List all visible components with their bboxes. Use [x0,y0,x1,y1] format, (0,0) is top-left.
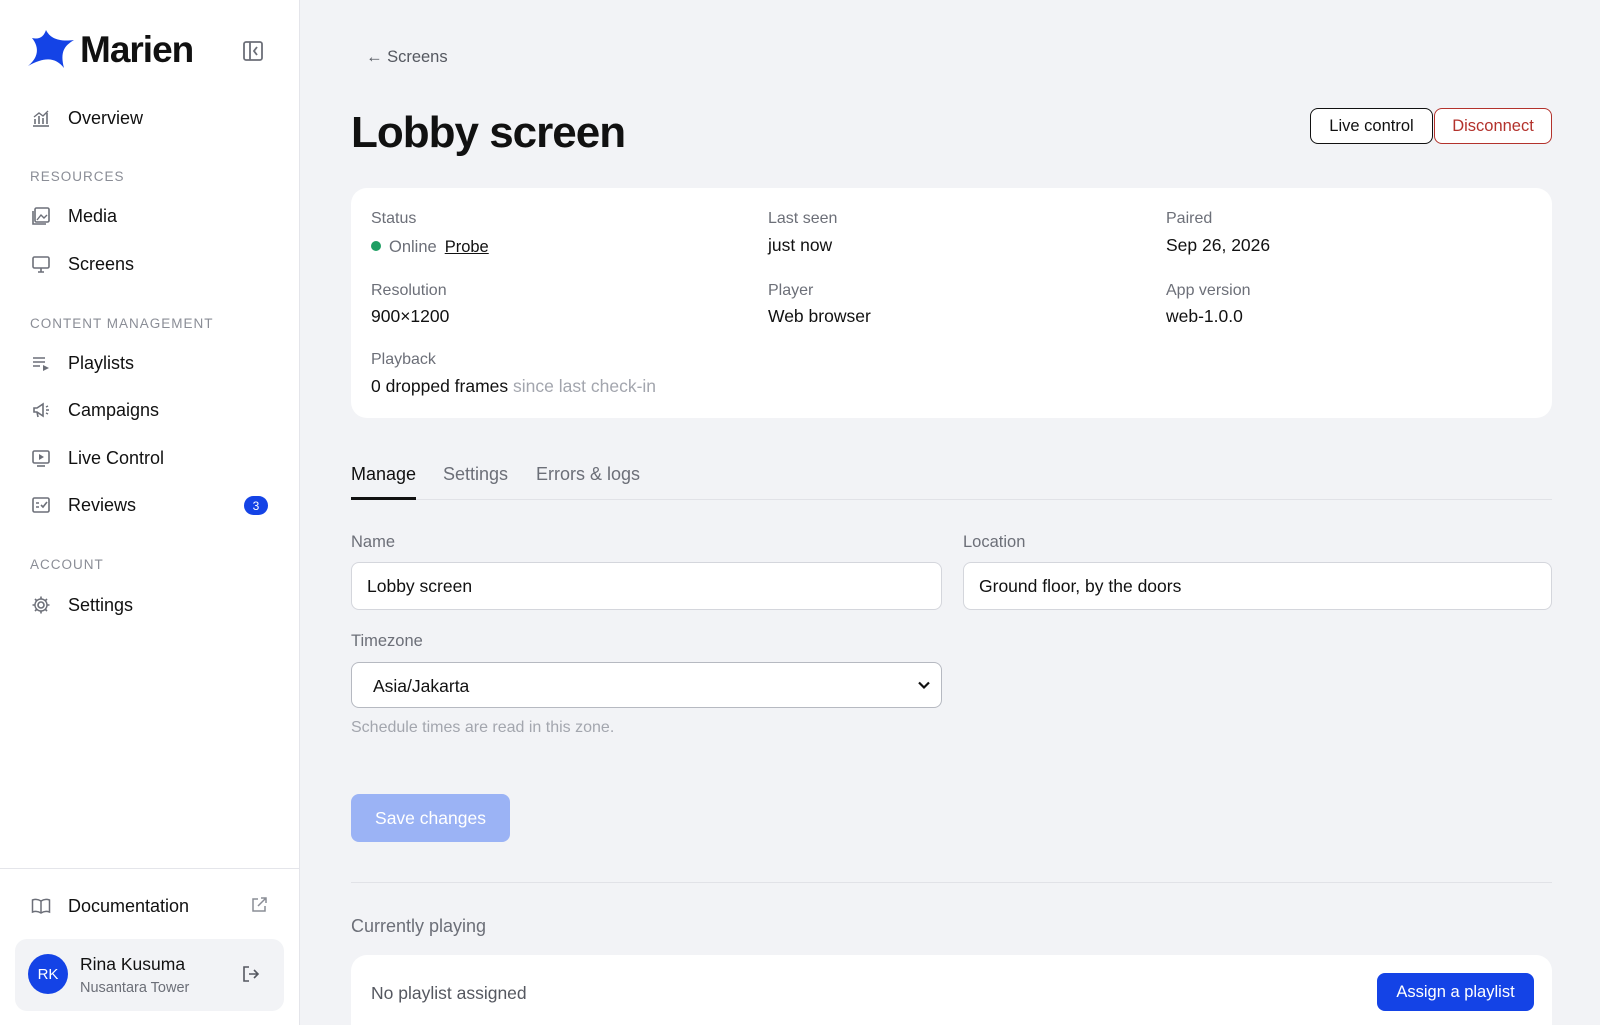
currently-playing-card: No playlist assigned Assign a playlist [351,955,1552,1025]
name-input[interactable] [351,562,942,610]
brand-name: Marien [80,29,194,70]
chevron-down-icon [918,681,930,690]
page-title: Lobby screen [351,108,626,157]
brand-logo[interactable]: Marien [24,28,194,72]
star-logo-icon [28,30,74,68]
sidebar-item-label: Overview [68,107,144,128]
location-label: Location [963,533,1026,551]
media-icon [30,205,52,227]
section-label-account: ACCOUNT [30,557,104,572]
tab-settings[interactable]: Settings [443,464,508,500]
sidebar-item-label: Campaigns [68,399,160,420]
timezone-hint: Schedule times are read in this zone. [351,719,615,736]
dropped-frames: 0 dropped frames [371,376,509,396]
sidebar-collapse-icon[interactable] [242,40,264,62]
megaphone-icon [30,399,52,421]
logout-icon[interactable] [241,964,261,984]
sidebar-item-settings[interactable]: Settings [30,590,270,620]
tab-bar: Manage Settings Errors & logs [351,460,1552,500]
playlist-icon [30,352,52,374]
playback-suffix: since last check-in [513,376,657,396]
disconnect-button[interactable]: Disconnect [1434,108,1552,144]
sidebar-item-reviews[interactable]: Reviews 3 [30,490,270,520]
gear-icon [30,594,52,616]
play-screen-icon [30,447,52,469]
online-status-dot [371,241,381,251]
monitor-icon [30,253,52,275]
assign-playlist-button[interactable]: Assign a playlist [1377,973,1534,1011]
no-playlist-text: No playlist assigned [371,983,527,1003]
playback-value: 0 dropped frames since last check-in [371,376,656,397]
sidebar-item-playlists[interactable]: Playlists [30,348,270,378]
section-label-resources: RESOURCES [30,169,125,184]
sidebar-item-documentation[interactable]: Documentation [30,891,270,921]
sidebar-item-campaigns[interactable]: Campaigns [30,395,270,425]
playback-label: Playback [371,351,436,368]
tab-errors-logs[interactable]: Errors & logs [536,464,640,500]
reviews-count-badge: 3 [244,496,268,515]
sidebar-item-label: Documentation [68,895,190,916]
resolution-value: 900×1200 [371,306,450,326]
probe-link[interactable]: Probe [445,238,489,256]
save-changes-button[interactable]: Save changes [351,794,510,842]
location-input[interactable] [963,562,1552,610]
paired-value: Sep 26, 2026 [1166,235,1271,255]
status-value: Online Probe [371,236,489,257]
sidebar-item-screens[interactable]: Screens [30,249,270,279]
user-name: Rina Kusuma [80,954,186,974]
user-org: Nusantara Tower [80,980,190,996]
player-label: Player [768,282,814,299]
user-card: RK Rina Kusuma Nusantara Tower [15,939,284,1011]
timezone-select[interactable]: Asia/Jakarta [351,662,942,708]
back-to-screens-link[interactable]: ← Screens [366,48,448,67]
section-divider [351,882,1552,883]
section-label-content-management: CONTENT MANAGEMENT [30,316,214,331]
app-version-value: web-1.0.0 [1166,306,1243,326]
player-value: Web browser [768,306,871,326]
checklist-icon [30,494,52,516]
sidebar-item-label: Screens [68,253,135,274]
sidebar-item-overview[interactable]: Overview [30,103,270,133]
sidebar-divider [0,868,300,869]
timezone-label: Timezone [351,632,423,650]
last-seen-value: just now [768,235,833,255]
sidebar-item-label: Live Control [68,447,165,468]
status-label: Status [371,210,417,227]
live-control-button[interactable]: Live control [1310,108,1433,144]
avatar: RK [28,954,68,994]
app-version-label: App version [1166,282,1251,299]
book-icon [30,895,52,917]
timezone-value: Asia/Jakarta [373,676,470,696]
sidebar-item-live-control[interactable]: Live Control [30,443,270,473]
tab-manage[interactable]: Manage [351,464,417,500]
sidebar-item-label: Media [68,205,118,226]
chart-icon [30,107,52,129]
sidebar-item-media[interactable]: Media [30,201,270,231]
screen-info-card: Status Online Probe Last seen just now Pa… [351,188,1552,418]
paired-label: Paired [1166,210,1213,227]
sidebar-item-label: Settings [68,594,134,615]
sidebar-item-label: Reviews [68,494,137,515]
sidebar-item-label: Playlists [68,352,135,373]
last-seen-label: Last seen [768,210,838,227]
resolution-label: Resolution [371,282,447,299]
status-text: Online [389,238,437,256]
external-link-icon [252,897,267,912]
name-label: Name [351,533,396,551]
sidebar: Marien Overview RESOURCES Media Screens … [0,0,300,1025]
currently-playing-title: Currently playing [351,916,487,936]
